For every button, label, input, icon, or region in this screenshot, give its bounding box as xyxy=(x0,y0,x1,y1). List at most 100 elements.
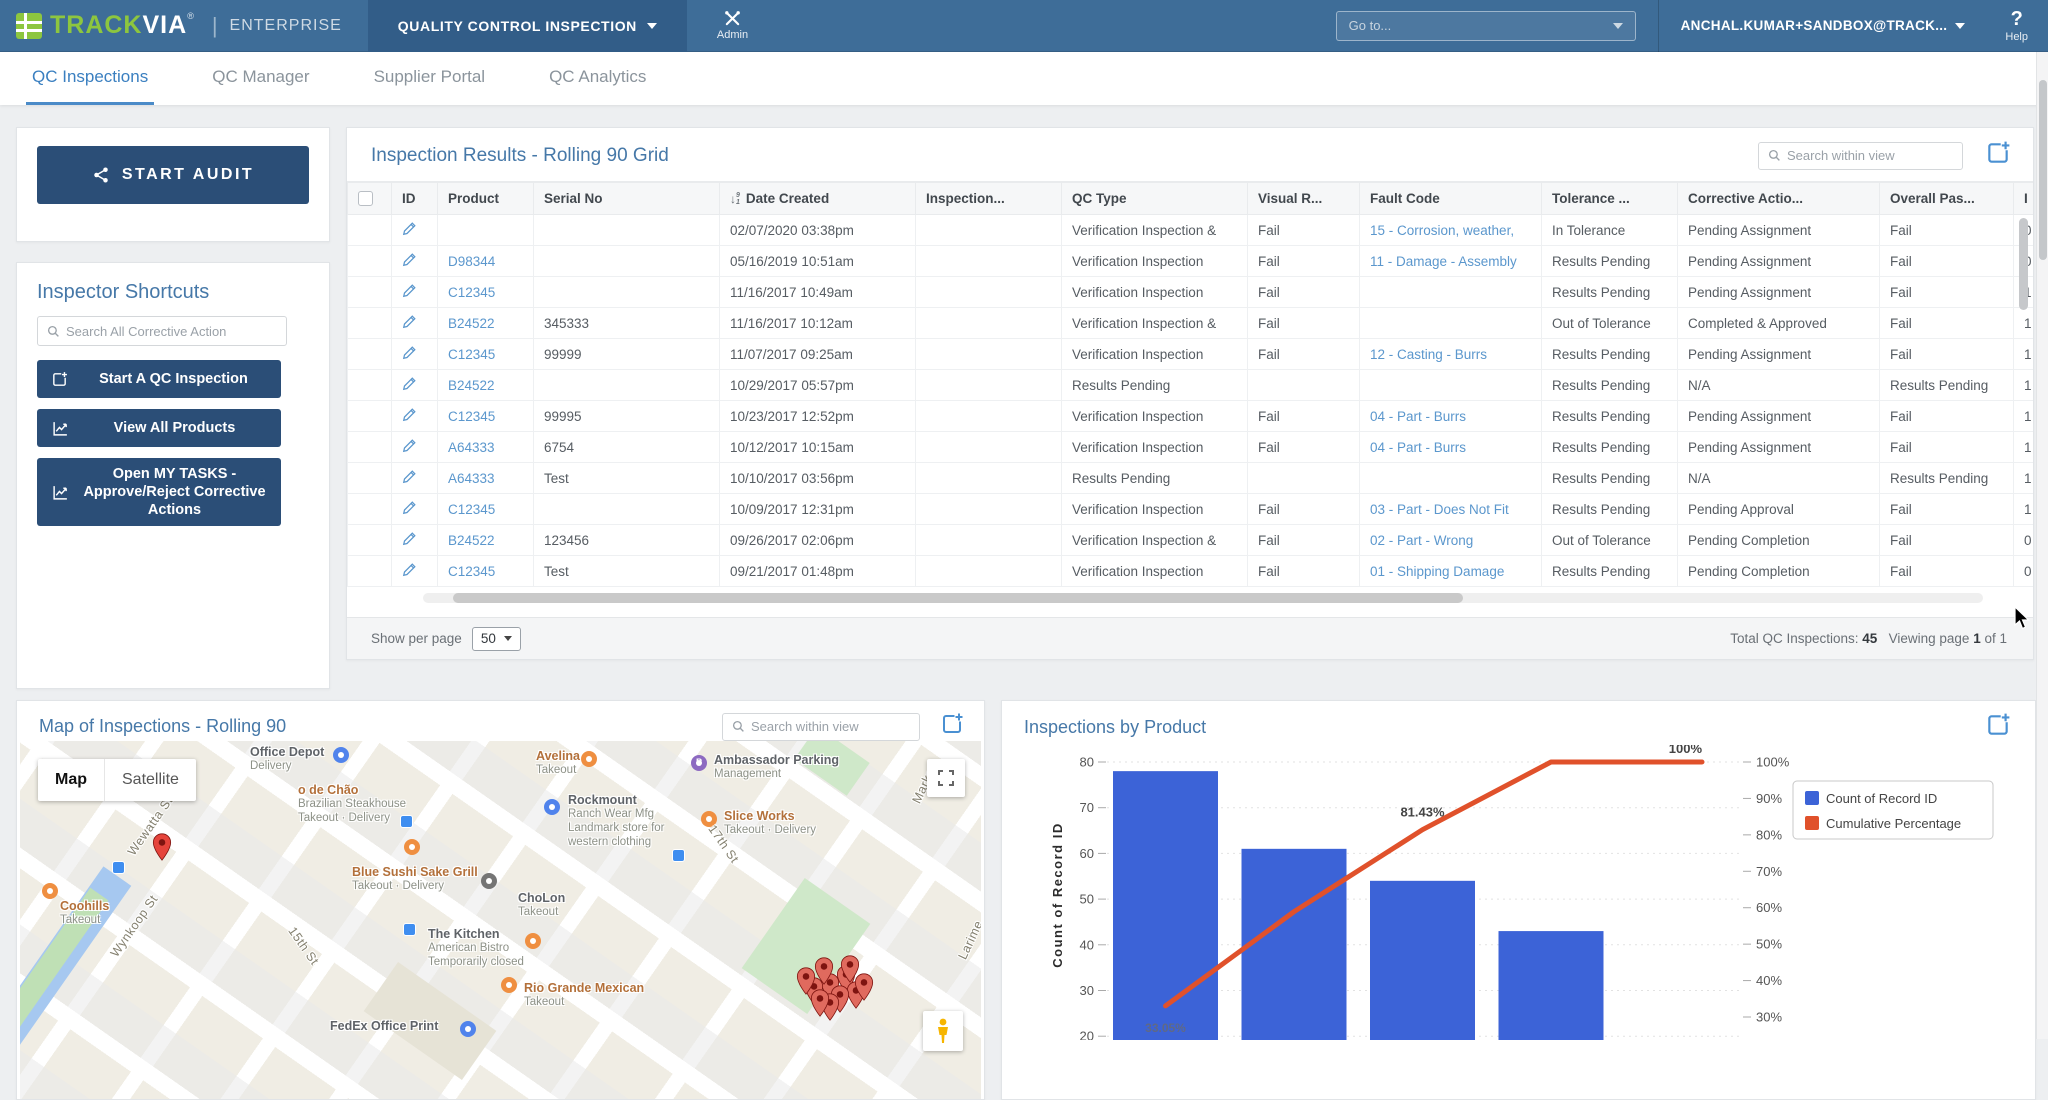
vertical-scrollbar-thumb[interactable] xyxy=(2019,218,2028,310)
open-my-tasks-approve-reject-corrective-actions-button[interactable]: Open MY TASKS - Approve/Reject Correctiv… xyxy=(37,458,281,526)
pegman-control[interactable] xyxy=(923,1011,963,1051)
map-poi-pin-orange[interactable] xyxy=(404,839,420,855)
edit-record-pencil-icon[interactable] xyxy=(402,252,417,267)
fault-link[interactable]: 04 - Part - Burrs xyxy=(1370,440,1466,455)
view-all-products-button[interactable]: View All Products xyxy=(37,409,281,447)
row-checkbox-cell xyxy=(348,246,392,277)
map-poi-pin-orange[interactable] xyxy=(501,977,517,993)
fault-link[interactable]: 04 - Part - Burrs xyxy=(1370,409,1466,424)
fault-link[interactable]: 02 - Part - Wrong xyxy=(1370,533,1473,548)
product-link[interactable]: C12345 xyxy=(448,409,495,424)
edit-record-pencil-icon[interactable] xyxy=(402,500,417,515)
fault-link[interactable]: 15 - Corrosion, weather, xyxy=(1370,223,1514,238)
inspection-map-marker[interactable] xyxy=(810,989,830,1022)
cell-overall: Fail xyxy=(1880,308,2014,339)
column-header-id[interactable]: ID xyxy=(392,183,438,215)
map-button[interactable]: Map xyxy=(38,759,104,801)
product-link[interactable]: B24522 xyxy=(448,533,495,548)
edit-record-pencil-icon[interactable] xyxy=(402,376,417,391)
map-poi-pin-orange[interactable] xyxy=(42,883,58,899)
column-header-overall-pas[interactable]: Overall Pas... xyxy=(1880,183,2014,215)
product-link[interactable]: B24522 xyxy=(448,378,495,393)
product-link[interactable]: C12345 xyxy=(448,285,495,300)
cell-tolerance: Results Pending xyxy=(1542,556,1678,587)
goto-dropdown[interactable]: Go to... xyxy=(1336,11,1636,41)
export-view-icon[interactable] xyxy=(1985,712,2011,743)
product-link[interactable]: A64333 xyxy=(448,471,495,486)
fault-link[interactable]: 01 - Shipping Damage xyxy=(1370,564,1504,579)
column-header-inspection[interactable]: Inspection... xyxy=(916,183,1062,215)
column-header-tolerance[interactable]: Tolerance ... xyxy=(1542,183,1678,215)
map-search-input[interactable]: Search within view xyxy=(722,713,920,741)
edit-record-pencil-icon[interactable] xyxy=(402,283,417,298)
product-link[interactable]: C12345 xyxy=(448,564,495,579)
select-all-checkbox[interactable] xyxy=(358,191,373,206)
start-a-qc-inspection-button[interactable]: Start A QC Inspection xyxy=(37,360,281,398)
export-view-icon[interactable] xyxy=(940,712,964,741)
product-link[interactable]: A64333 xyxy=(448,440,495,455)
page-scrollbar-thumb[interactable] xyxy=(2039,80,2047,260)
page-scrollbar-track[interactable] xyxy=(2036,52,2048,1039)
fault-link[interactable]: 03 - Part - Does Not Fit xyxy=(1370,502,1509,517)
edit-record-pencil-icon[interactable] xyxy=(402,345,417,360)
edit-record-pencil-icon[interactable] xyxy=(402,221,417,236)
edit-record-pencil-icon[interactable] xyxy=(402,469,417,484)
column-header-corrective-actio[interactable]: Corrective Actio... xyxy=(1678,183,1880,215)
user-account-dropdown[interactable]: ANCHAL.KUMAR+SANDBOX@TRACK... xyxy=(1681,18,1966,33)
column-header-qc-type[interactable]: QC Type xyxy=(1062,183,1248,215)
fullscreen-button[interactable] xyxy=(927,759,965,797)
column-header-date-created[interactable]: ↓91Date Created xyxy=(720,183,916,215)
tab-qc-analytics[interactable]: QC Analytics xyxy=(543,52,652,105)
export-view-icon[interactable] xyxy=(1985,140,2011,171)
map-poi-pin-orange[interactable] xyxy=(525,933,541,949)
app-tab-bar: QC Inspections QC Manager Supplier Portal Q… xyxy=(0,52,2048,105)
fault-link[interactable]: 11 - Damage - Assembly xyxy=(1370,254,1517,269)
trackvia-logo[interactable]: TRACKVIA® | ENTERPRISE xyxy=(0,11,368,40)
admin-button[interactable]: Admin xyxy=(717,10,748,41)
product-link[interactable]: C12345 xyxy=(448,502,495,517)
transit-station-icon[interactable] xyxy=(672,849,685,862)
map-poi-pin-purple[interactable]: P xyxy=(691,755,707,771)
horizontal-scrollbar-thumb[interactable] xyxy=(453,593,1463,603)
corrective-action-search-input[interactable]: Search All Corrective Action xyxy=(37,316,287,346)
map-poi-pin-blue[interactable] xyxy=(544,799,560,815)
inspection-map-marker[interactable] xyxy=(152,833,172,866)
column-header-i[interactable]: I xyxy=(2014,183,2034,215)
column-header-visual-r[interactable]: Visual R... xyxy=(1248,183,1360,215)
cell-product: D98344 xyxy=(438,246,534,277)
help-button[interactable]: ? Help xyxy=(1965,8,2048,43)
product-link[interactable]: C12345 xyxy=(448,347,495,362)
map-poi-pin-orange[interactable] xyxy=(581,751,597,767)
edit-record-pencil-icon[interactable] xyxy=(402,531,417,546)
cell-visual: Fail xyxy=(1248,556,1360,587)
edit-record-pencil-icon[interactable] xyxy=(402,314,417,329)
transit-station-icon[interactable] xyxy=(403,923,416,936)
grid-search-input[interactable]: Search within view xyxy=(1758,142,1963,170)
satellite-button[interactable]: Satellite xyxy=(104,759,196,801)
column-header-product[interactable]: Product xyxy=(438,183,534,215)
transit-station-icon[interactable] xyxy=(112,861,125,874)
tab-qc-manager[interactable]: QC Manager xyxy=(206,52,315,105)
map-poi-pin-blue[interactable] xyxy=(333,747,349,763)
edit-record-pencil-icon[interactable] xyxy=(402,407,417,422)
tab-supplier-portal[interactable]: Supplier Portal xyxy=(368,52,492,105)
product-link[interactable]: B24522 xyxy=(448,316,495,331)
inspection-map-marker[interactable] xyxy=(840,955,860,988)
page-size-select[interactable]: 50 xyxy=(472,627,521,651)
map-poi-pin-blue[interactable] xyxy=(460,1021,476,1037)
app-menu-dropdown[interactable]: QUALITY CONTROL INSPECTION xyxy=(368,0,687,52)
column-header-fault-code[interactable]: Fault Code xyxy=(1360,183,1542,215)
edit-record-pencil-icon[interactable] xyxy=(402,438,417,453)
tab-qc-inspections[interactable]: QC Inspections xyxy=(26,52,154,105)
cell-overall: Fail xyxy=(1880,556,2014,587)
edit-record-pencil-icon[interactable] xyxy=(402,562,417,577)
transit-station-icon[interactable] xyxy=(400,815,413,828)
map-poi-pin-gray[interactable] xyxy=(481,873,497,889)
horizontal-scrollbar-track[interactable] xyxy=(423,593,1983,603)
cell-qc_type: Verification Inspection & xyxy=(1062,215,1248,246)
start-audit-button[interactable]: START AUDIT xyxy=(37,146,309,204)
google-map[interactable]: Map Satellite Office DepotDeliveryAvelin… xyxy=(20,741,981,1099)
product-link[interactable]: D98344 xyxy=(448,254,495,269)
column-header-serial-no[interactable]: Serial No xyxy=(534,183,720,215)
fault-link[interactable]: 12 - Casting - Burrs xyxy=(1370,347,1487,362)
